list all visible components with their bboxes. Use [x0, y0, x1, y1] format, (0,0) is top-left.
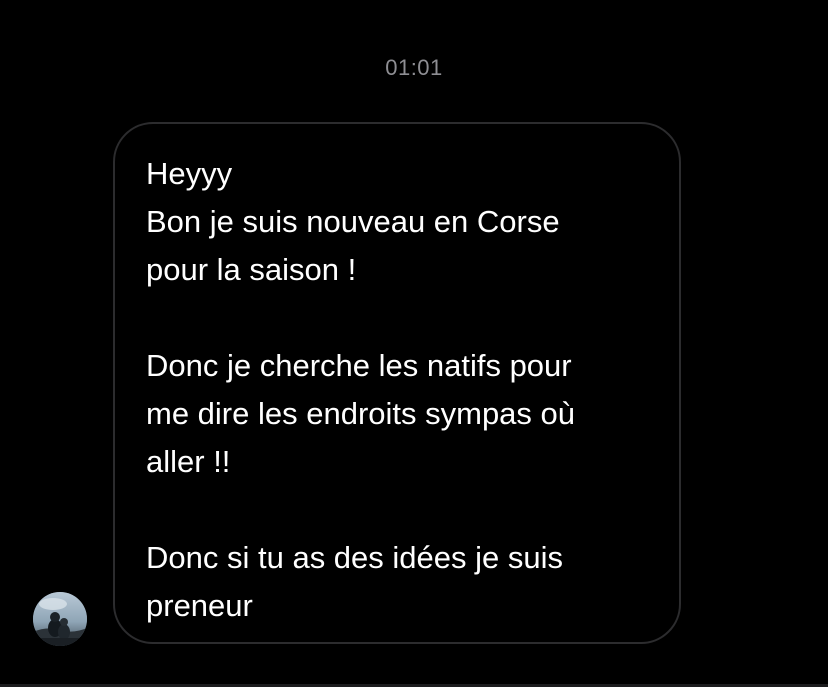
message-paragraph-gap [146, 294, 647, 342]
message-line: aller !! [146, 444, 231, 479]
message-line: preneur [146, 588, 253, 623]
message-bubble[interactable]: Heyyy Bon je suis nouveau en Corse pour … [113, 122, 681, 644]
profile-photo-icon [33, 592, 87, 646]
message-line: Donc je cherche les natifs pour [146, 348, 572, 383]
message-line: pour la saison ! [146, 252, 357, 287]
message-paragraph-gap [146, 486, 647, 534]
sender-avatar[interactable] [33, 592, 87, 646]
message-timestamp: 01:01 [385, 55, 443, 80]
message-line: Bon je suis nouveau en Corse [146, 204, 560, 239]
message-line: me dire les endroits sympas où [146, 396, 576, 431]
message-line: Heyyy [146, 156, 233, 191]
message-line: Donc si tu as des idées je suis [146, 540, 563, 575]
